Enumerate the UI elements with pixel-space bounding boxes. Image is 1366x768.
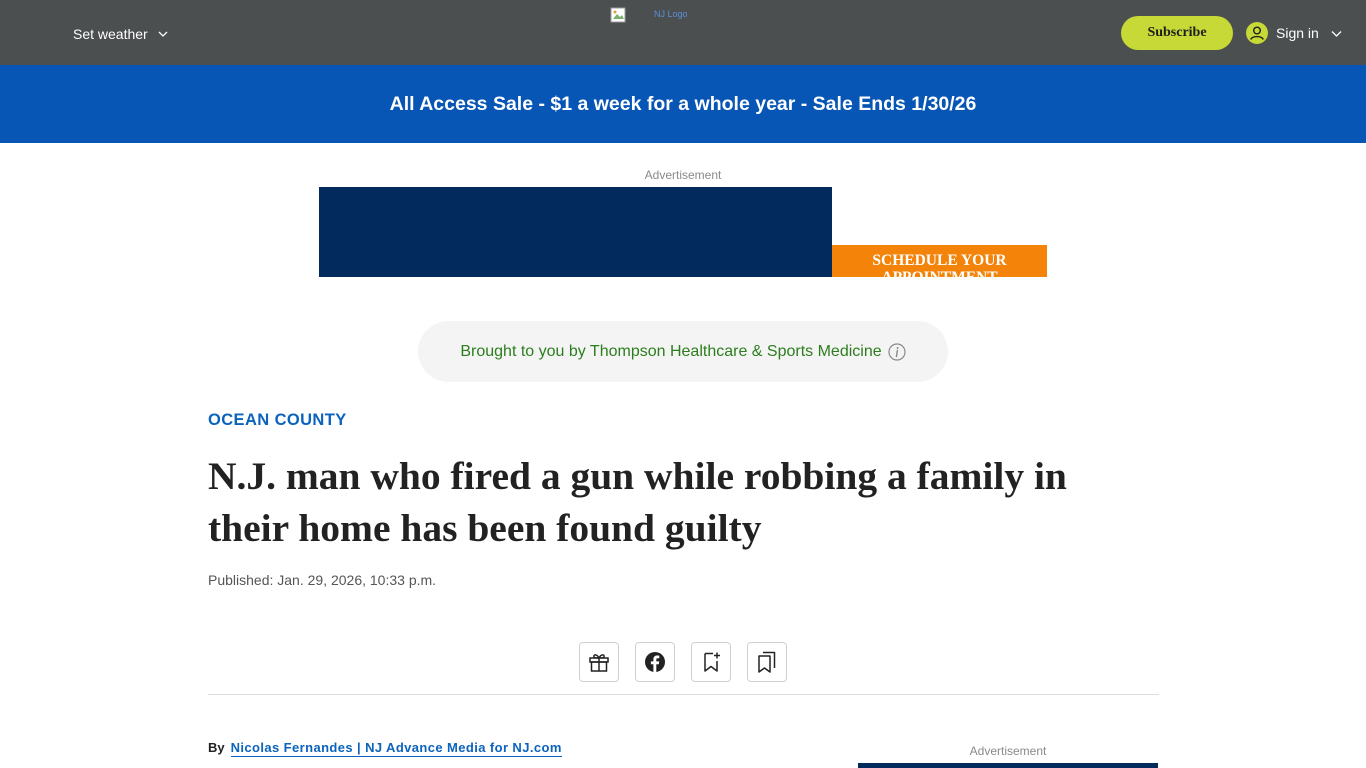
author-link[interactable]: Nicolas Fernandes | NJ Advance Media for… [230, 740, 562, 757]
sponsor-banner: Brought to you by Thompson Healthcare & … [418, 321, 948, 382]
set-weather-button[interactable]: Set weather [73, 24, 168, 44]
chevron-down-icon [1331, 30, 1342, 37]
sign-in-button[interactable]: Sign in [1246, 21, 1342, 45]
right-rail-ad[interactable] [858, 763, 1158, 768]
ad-banner-image[interactable] [319, 187, 832, 277]
advertisement-label: Advertisement [969, 744, 1047, 758]
gift-article-button[interactable] [579, 642, 619, 682]
subscribe-button[interactable]: Subscribe [1121, 16, 1233, 50]
section-link[interactable]: OCEAN COUNTY [208, 411, 347, 430]
article-headline: N.J. man who fired a gun while robbing a… [208, 454, 1067, 550]
bookmark-add-icon [704, 652, 720, 672]
user-icon [1246, 22, 1268, 44]
logo-alt-text: NJ Logo [654, 9, 688, 19]
chevron-down-icon [158, 31, 168, 37]
divider [208, 694, 1159, 695]
save-article-button[interactable] [691, 642, 731, 682]
sponsor-text: Brought to you by Thompson Healthcare & … [460, 342, 882, 360]
sign-in-label: Sign in [1276, 25, 1319, 41]
facebook-icon [645, 652, 665, 672]
facebook-share-button[interactable] [635, 642, 675, 682]
published-date: Published: Jan. 29, 2026, 10:33 p.m. [208, 572, 437, 588]
info-icon[interactable] [888, 342, 906, 361]
saved-bookmarks-icon [758, 651, 776, 673]
byline-prefix: By [208, 740, 225, 755]
saved-articles-button[interactable] [747, 642, 787, 682]
broken-image-icon [610, 7, 626, 23]
ad-schedule-button[interactable]: SCHEDULE YOUR APPOINTMENT [832, 245, 1047, 277]
gift-icon [589, 654, 609, 672]
sale-banner[interactable]: All Access Sale - $1 a week for a whole … [0, 65, 1366, 143]
advertisement-label: Advertisement [644, 168, 722, 182]
byline: By Nicolas Fernandes | NJ Advance Media … [208, 740, 562, 757]
set-weather-label: Set weather [73, 26, 148, 42]
share-toolbar [579, 642, 787, 682]
site-logo[interactable]: NJ Logo [610, 7, 710, 29]
site-header: Set weather NJ Logo Subscribe Sign in [0, 0, 1366, 65]
